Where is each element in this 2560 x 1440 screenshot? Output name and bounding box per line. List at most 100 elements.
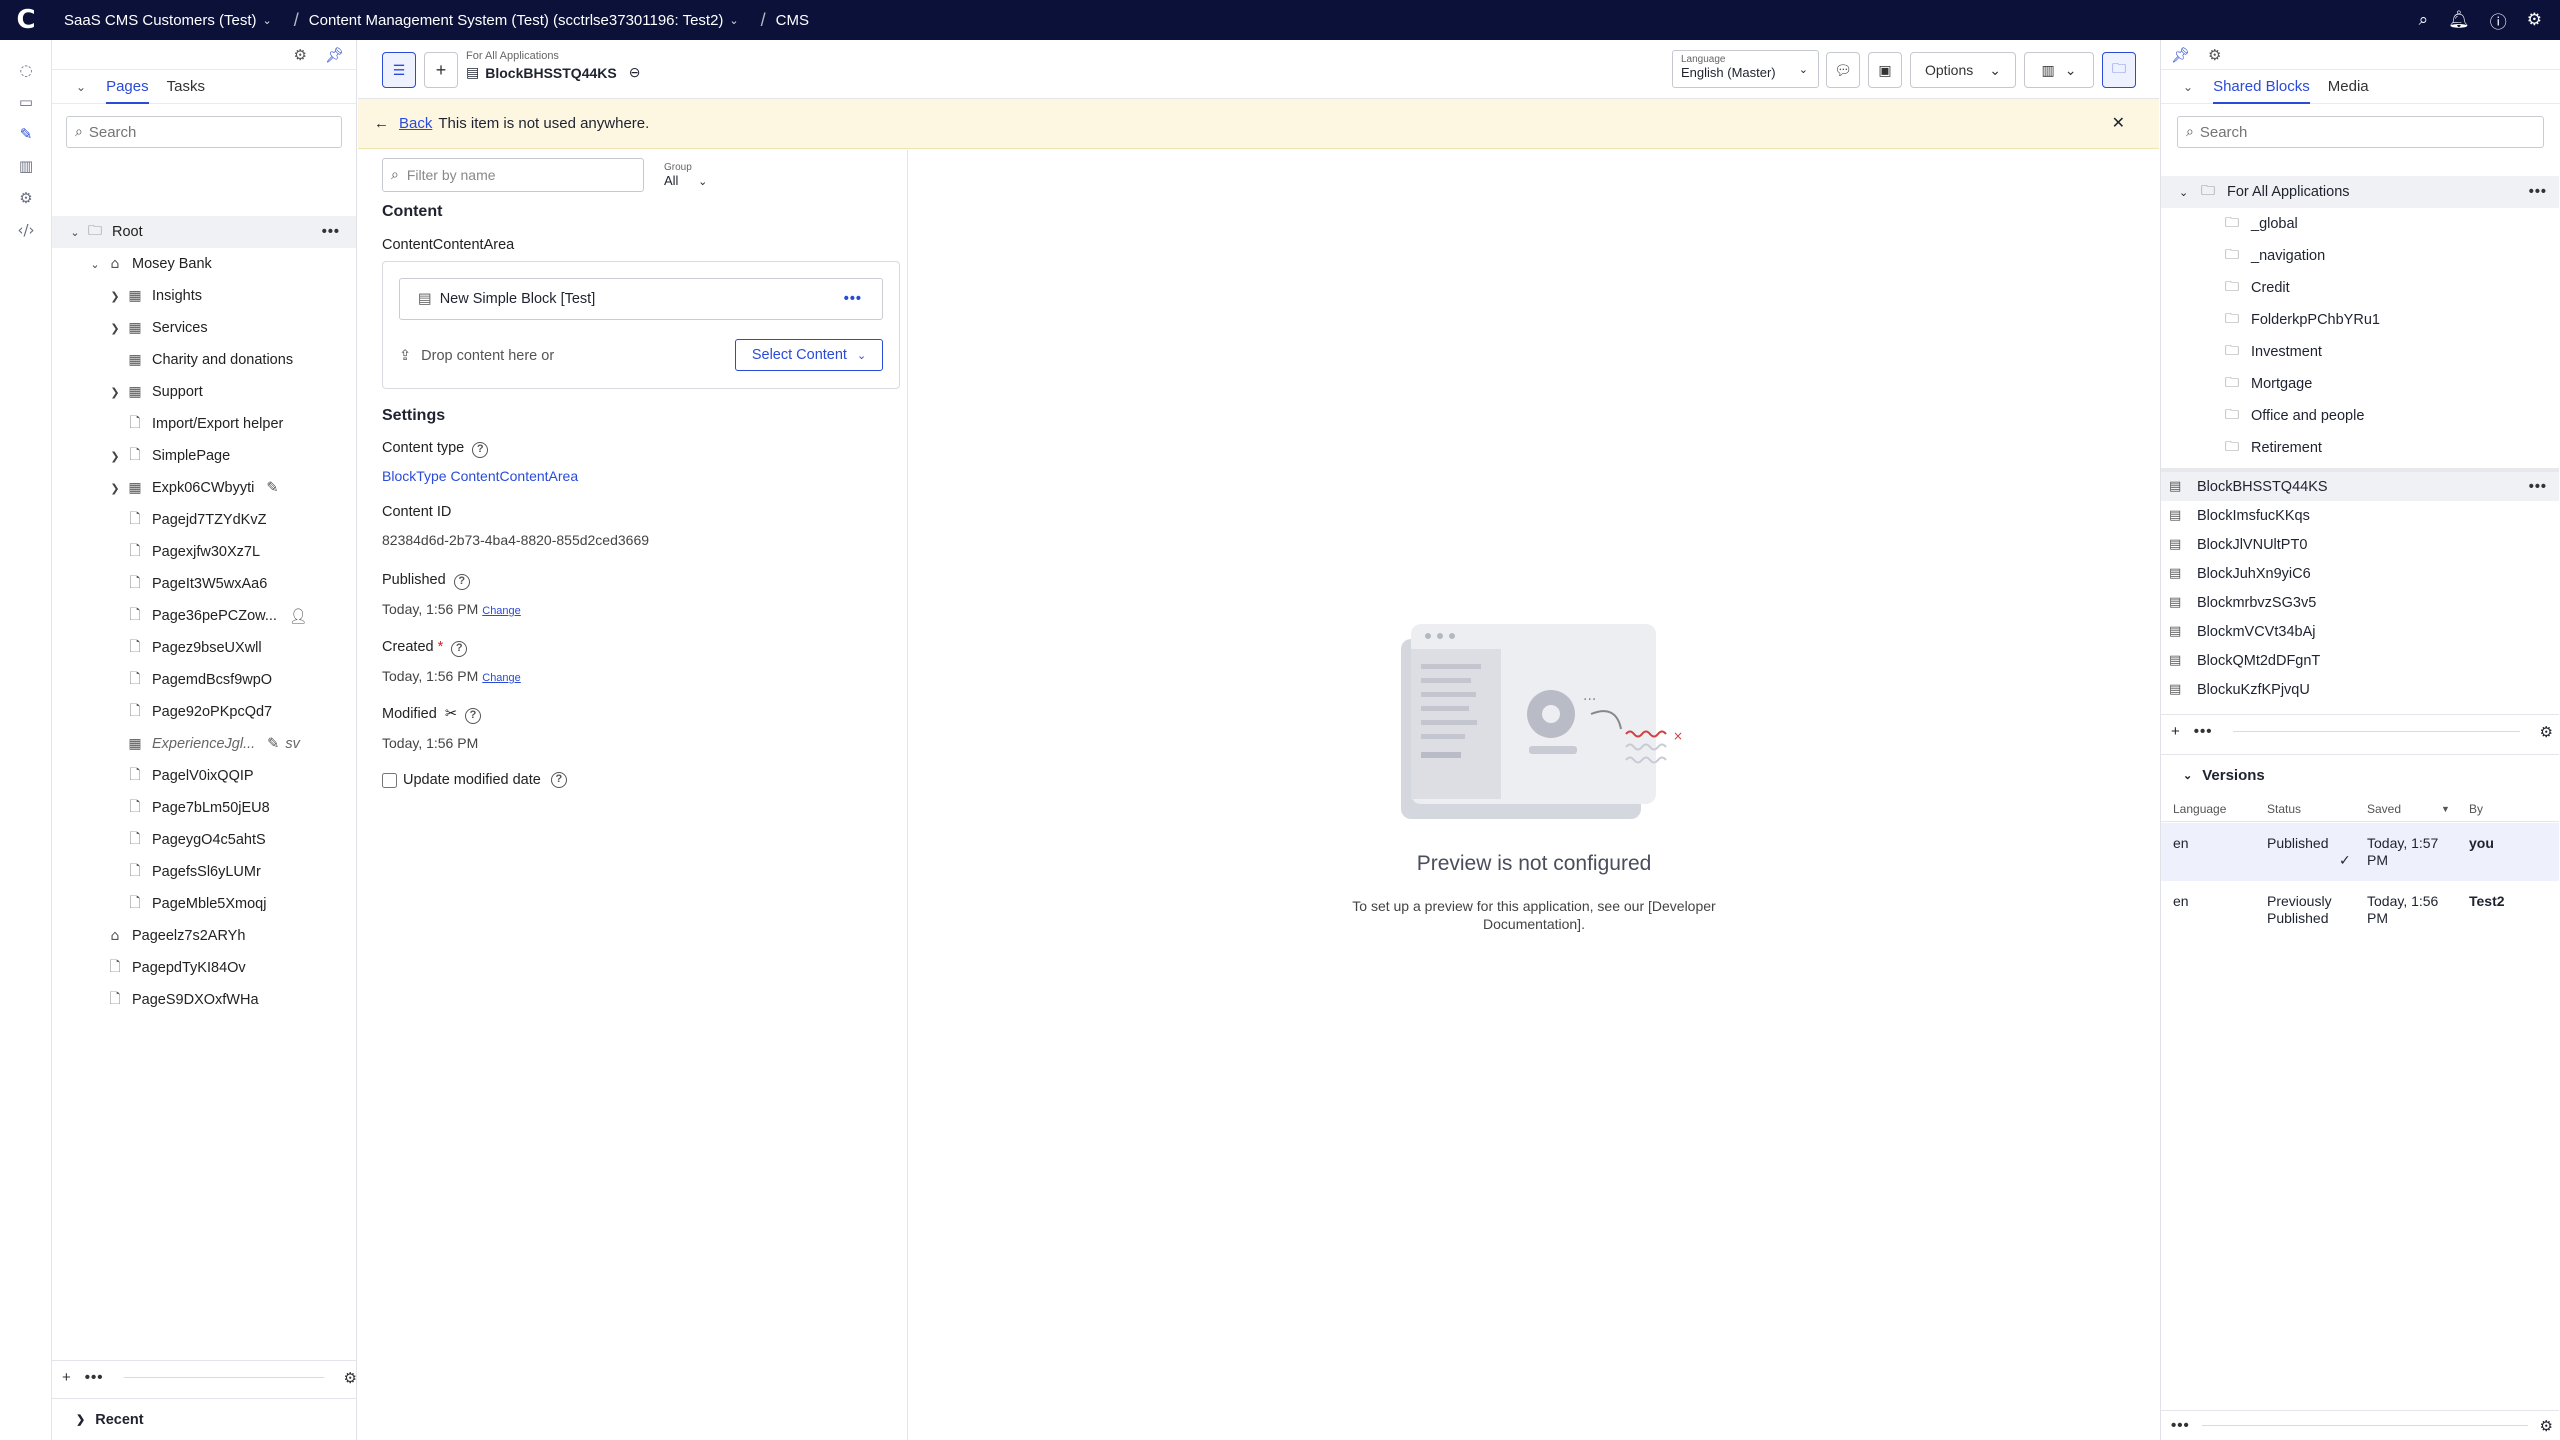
more-icon[interactable]: •••	[844, 291, 862, 307]
folder-item[interactable]: 🗀︎ Office and people	[2221, 400, 2364, 432]
chevron-down-icon[interactable]: ⌄	[86, 258, 104, 271]
tree-item[interactable]: ❯ 🗋︎ SimplePage	[52, 440, 356, 472]
tree-item[interactable]: ▦ ExperienceJgl... ✎ sv	[52, 728, 356, 760]
tree-item[interactable]: ❯ ▦ Services	[52, 312, 356, 344]
folder-item[interactable]: 🗀︎ Retirement	[2221, 432, 2322, 464]
tree-item[interactable]: ⌄ ⌂ Mosey Bank	[52, 248, 356, 280]
settings-icon[interactable]: ⚙	[2540, 1417, 2553, 1435]
help-icon[interactable]: ?	[550, 772, 567, 788]
recent-section[interactable]: ❯ Recent	[52, 1398, 357, 1440]
more-icon[interactable]: •••	[2529, 479, 2547, 495]
tree-item[interactable]: 🗋︎ PagemdBcsf9wpO	[52, 664, 356, 696]
settings-icon[interactable]: ⚙	[344, 1369, 357, 1387]
edit-icon[interactable]: ✎	[0, 118, 52, 150]
col-language[interactable]: Language	[2173, 802, 2226, 816]
options-button[interactable]: Options ⌄	[1910, 52, 2016, 88]
folder-item[interactable]: 🗀︎ _global	[2221, 208, 2298, 240]
code-icon[interactable]: ‹/›	[0, 214, 52, 246]
tree-item[interactable]: 🗋︎ PagefsSl6yLUMr	[52, 856, 356, 888]
settings-icon[interactable]: ⚙	[0, 182, 52, 214]
tree-item[interactable]: ❯ ▦ Insights	[52, 280, 356, 312]
tab-shared-blocks[interactable]: Shared Blocks	[2213, 70, 2310, 104]
tree-item[interactable]: 🗋︎ Pagexjfw30Xz7L	[52, 536, 356, 568]
chevron-right-icon[interactable]: ❯	[106, 386, 124, 399]
more-icon[interactable]: •••	[322, 224, 340, 240]
assets-toggle-button[interactable]: 🗀︎	[2102, 52, 2136, 88]
group-select[interactable]: Group All ⌄	[664, 162, 707, 188]
tree-item[interactable]: ❯ ▦ Support	[52, 376, 356, 408]
add-button[interactable]: +	[424, 52, 458, 88]
tree-item[interactable]: 🗋︎ Pagez9bseUXwll	[52, 632, 356, 664]
add-icon[interactable]: +	[62, 1369, 71, 1386]
block-list-item[interactable]: ▤ BlockQMt2dDFgnT	[2161, 646, 2559, 675]
more-icon[interactable]: •••	[85, 1369, 104, 1386]
help-icon[interactable]: ?	[464, 708, 481, 724]
tree-item[interactable]: ▦ Charity and donations	[52, 344, 356, 376]
more-icon[interactable]: •••	[2529, 184, 2547, 200]
folder-item[interactable]: 🗀︎ Mortgage	[2221, 368, 2312, 400]
block-list-item[interactable]: ▤ BlockuKzfKPjvqU	[2161, 675, 2559, 704]
tree-item[interactable]: 🗋︎ Import/Export helper	[52, 408, 356, 440]
tree-item[interactable]: 🗋︎ PageIt3W5wxAa6	[52, 568, 356, 600]
filter-by-name-input[interactable]: ⌕ Filter by name	[382, 158, 644, 192]
help-icon[interactable]: ?	[453, 574, 470, 590]
tree-item[interactable]: 🗋︎ Page92oPKpcQd7	[52, 696, 356, 728]
chevron-down-icon[interactable]: ⌄	[2183, 80, 2193, 94]
app-logo[interactable]: C	[0, 0, 52, 40]
tab-media[interactable]: Media	[2328, 70, 2369, 104]
version-row[interactable]: en Previously Published Today, 1:56 PM Test…	[2161, 881, 2559, 939]
col-by[interactable]: By	[2469, 802, 2483, 816]
blocks-search[interactable]: ⌕	[2177, 116, 2544, 148]
help-icon[interactable]: ⓘ	[2490, 8, 2507, 33]
folder-item[interactable]: 🗀︎ _navigation	[2221, 240, 2325, 272]
folder-item[interactable]: 🗀︎ Credit	[2221, 272, 2290, 304]
breadcrumb-app[interactable]: CMS	[776, 12, 809, 29]
drop-zone[interactable]: ⇪ Drop content here or Select Content ⌄	[399, 339, 883, 373]
content-type-value[interactable]: BlockType ContentContentArea	[382, 468, 578, 484]
folder-for-all-applications[interactable]: ⌄ 🗀︎ For All Applications •••	[2161, 176, 2559, 208]
tree-item[interactable]: 🗋︎ PageS9DXOxfWHa	[52, 984, 356, 1016]
chevron-right-icon[interactable]: ❯	[106, 482, 124, 495]
tree-item[interactable]: 🗋︎ PagepdTyKI84Ov	[52, 952, 356, 984]
chevron-down-icon[interactable]: ⌄	[66, 226, 84, 239]
tree-item[interactable]: 🗋︎ PageMble5Xmoqj	[52, 888, 356, 920]
pin-icon[interactable]: 📌︎	[2171, 46, 2190, 64]
versions-header[interactable]: ⌄ Versions	[2161, 754, 2559, 796]
folder-item[interactable]: 🗀︎ FolderkpPChbYRu1	[2221, 304, 2380, 336]
breadcrumb-project[interactable]: Content Management System (Test) (scctrl…	[309, 12, 739, 29]
search-icon[interactable]: ⌕	[2419, 10, 2429, 30]
pages-search-input[interactable]	[88, 123, 339, 141]
bell-icon[interactable]: 🔔︎	[2448, 10, 2470, 30]
chevron-down-icon[interactable]: ⌄	[76, 80, 86, 94]
tree-item[interactable]: 🗋︎ Pagejd7TZYdKvZ	[52, 504, 356, 536]
tree-item[interactable]: 🗋︎ PageygO4c5ahtS	[52, 824, 356, 856]
settings-icon[interactable]: ⚙	[2540, 723, 2553, 741]
add-icon[interactable]: +	[2171, 723, 2180, 740]
version-row[interactable]: en Published Today, 1:57 PM you ✓	[2161, 823, 2559, 881]
more-circle-icon[interactable]: ⊖	[629, 64, 641, 81]
col-status[interactable]: Status	[2267, 802, 2301, 816]
col-saved[interactable]: Saved	[2367, 802, 2401, 816]
settings-icon[interactable]: ⚙	[2527, 10, 2542, 30]
tree-item-root[interactable]: ⌄ 🗀︎ Root •••	[52, 216, 356, 248]
published-change-link[interactable]: Change	[482, 605, 521, 617]
block-list-item[interactable]: ▤ BlockBHSSTQ44KS •••	[2161, 472, 2559, 501]
settings-icon[interactable]: ⚙	[2208, 46, 2221, 64]
back-link[interactable]: Back	[399, 115, 432, 132]
block-list-item[interactable]: ▤ BlockImsfucKKqs	[2161, 501, 2559, 530]
structure-toggle-button[interactable]: ☰	[382, 52, 416, 88]
more-icon[interactable]: •••	[2171, 1417, 2190, 1434]
sort-desc-icon[interactable]: ▼	[2441, 804, 2450, 814]
settings-icon[interactable]: ⚙	[294, 46, 307, 64]
tree-item[interactable]: ❯ ▦ Expk06CWbyyti ✎	[52, 472, 356, 504]
update-modified-checkbox[interactable]	[382, 772, 397, 788]
pin-icon[interactable]: 📌︎	[325, 46, 344, 64]
block-list-item[interactable]: ▤ BlockmVCVt34bAj	[2161, 617, 2559, 646]
dashboard-icon[interactable]: ◌	[0, 54, 52, 86]
tree-item[interactable]: ⌂ Pageelz7s2ARYh	[52, 920, 356, 952]
folder-item[interactable]: 🗀︎ Investment	[2221, 336, 2322, 368]
select-content-button[interactable]: Select Content ⌄	[735, 339, 883, 371]
comments-button[interactable]: 💬︎	[1826, 52, 1860, 88]
tree-item[interactable]: 🗋︎ Page7bLm50jEU8	[52, 792, 356, 824]
preview-toggle-button[interactable]: ▣	[1868, 52, 1902, 88]
